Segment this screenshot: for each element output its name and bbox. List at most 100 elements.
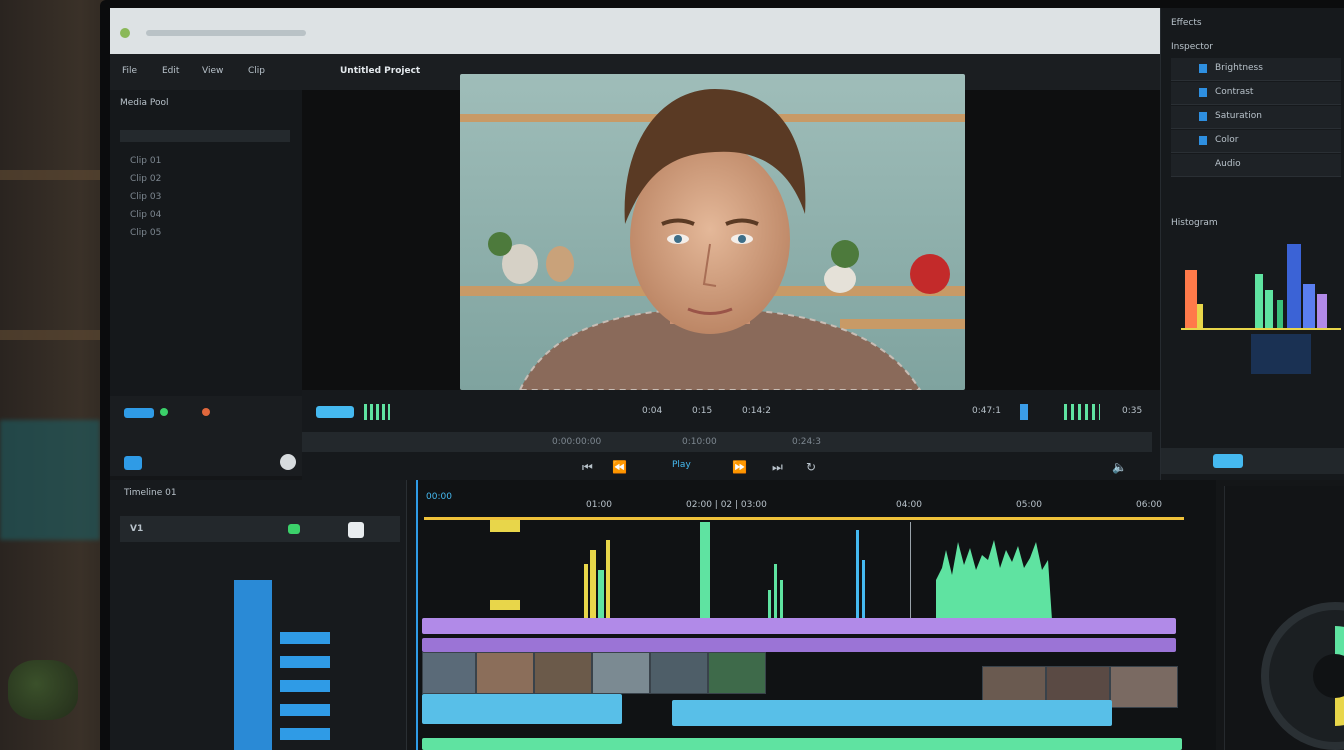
inspector-row[interactable]: Saturation [1171, 106, 1341, 129]
track-enable-icon[interactable] [288, 524, 300, 534]
record-button[interactable] [124, 408, 154, 418]
timecode-b: 0:15 [692, 406, 713, 416]
video-clip-thumb[interactable] [1110, 666, 1178, 708]
list-item[interactable]: Clip 02 [130, 174, 161, 184]
inspector-panel: Effects Inspector Brightness Contrast Sa… [1160, 8, 1344, 480]
checkbox-icon[interactable] [1199, 64, 1207, 73]
window-dot[interactable] [120, 28, 130, 38]
row-label: Color [1215, 135, 1239, 145]
list-item[interactable]: Clip 01 [130, 156, 161, 166]
checkbox-icon[interactable] [1199, 136, 1207, 145]
timeline-panel: 00:00 01:00 02:00 | 02 | 03:00 04:00 05:… [416, 480, 1216, 750]
inspector-row[interactable]: Brightness [1171, 58, 1341, 81]
pan-dial[interactable] [1245, 586, 1344, 750]
scope-controls [1161, 448, 1344, 474]
ruler-marker: 01:00 [586, 500, 612, 510]
cyan-clip-2[interactable] [672, 700, 1112, 726]
skip-back-icon[interactable]: ⏮ [582, 460, 593, 475]
inspector-row[interactable]: Color [1171, 130, 1341, 153]
menu-item-edit[interactable]: Edit [162, 66, 179, 76]
plant [8, 660, 78, 720]
media-search-input[interactable] [120, 130, 290, 142]
round-knob[interactable] [280, 454, 296, 470]
ruler-marker: 04:00 [896, 500, 922, 510]
list-item[interactable]: Clip 05 [130, 228, 161, 238]
menu-item-view[interactable]: View [202, 66, 223, 76]
track-lock-icon[interactable] [348, 522, 364, 538]
panel-title: Effects [1171, 18, 1202, 28]
video-preview[interactable] [460, 74, 965, 390]
project-title: Untitled Project [340, 66, 421, 76]
timecode-a: 0:04 [642, 406, 663, 416]
purple-clip-2[interactable] [422, 638, 1176, 652]
timecode-right: 0:47:1 [972, 406, 1001, 416]
video-clip-thumb[interactable] [534, 652, 592, 694]
shelf [0, 330, 100, 340]
timecode-c: 0:14:2 [742, 406, 771, 416]
video-clip-thumb[interactable] [592, 652, 650, 694]
list-item[interactable]: Clip 03 [130, 192, 161, 202]
row-label: Audio [1215, 159, 1241, 169]
rewind-icon[interactable]: ⏪ [612, 460, 627, 474]
shelf [0, 170, 100, 180]
purple-clip[interactable] [422, 618, 1176, 634]
track-header-bar: V1 [120, 516, 400, 542]
green-audio-clip[interactable] [422, 738, 1182, 750]
timeline-left-panel: Timeline 01 V1 [110, 480, 407, 750]
speaker-icon[interactable]: 🔈 [1112, 460, 1127, 474]
clip-progress-button[interactable] [316, 406, 354, 418]
scope-label: Histogram [1171, 218, 1218, 228]
row-label: Brightness [1215, 63, 1263, 73]
preview-image [460, 74, 965, 390]
timecode-far: 0:35 [1122, 406, 1143, 416]
menu-item-file[interactable]: File [122, 66, 137, 76]
checkbox-icon[interactable] [1199, 112, 1207, 121]
row-label: Contrast [1215, 87, 1254, 97]
tab-strip[interactable] [146, 30, 306, 36]
teal-wall [0, 420, 100, 540]
scrub-start: 0:00:00:00 [552, 437, 602, 447]
loop-icon[interactable]: ↻ [806, 460, 816, 474]
forward-icon[interactable]: ⏩ [732, 460, 747, 474]
list-item[interactable]: Clip 04 [130, 210, 161, 220]
histogram-scope [1181, 244, 1341, 374]
title-bar [110, 8, 1160, 54]
play-button[interactable]: Play [672, 460, 691, 470]
editor-screen: File Edit View Clip Untitled Project Med… [110, 8, 1344, 750]
video-clip-thumb[interactable] [708, 652, 766, 694]
left-controls [110, 396, 302, 476]
video-clip-thumb[interactable] [422, 652, 476, 694]
video-clip-thumb[interactable] [476, 652, 534, 694]
video-clip-thumb[interactable] [650, 652, 708, 694]
menu-item-clip[interactable]: Clip [248, 66, 265, 76]
media-pool-label: Media Pool [120, 98, 169, 108]
media-pool-panel: Media Pool Clip 01 Clip 02 Clip 03 Clip … [110, 90, 303, 396]
audio-waveform [584, 522, 1052, 620]
scrub-bar[interactable]: 0:00:00:00 0:10:00 0:24:3 [302, 432, 1152, 452]
level-marker [1020, 404, 1028, 420]
status-orange-icon [202, 408, 210, 416]
level-slider[interactable] [234, 580, 272, 750]
row-label: Saturation [1215, 111, 1262, 121]
audio-mixer-panel [1224, 486, 1344, 750]
scope-toggle[interactable] [1213, 454, 1243, 468]
grid-buttons[interactable] [280, 620, 330, 740]
cyan-clip[interactable] [422, 694, 622, 724]
scrub-end: 0:24:3 [792, 437, 821, 447]
transport-bar: 0:04 0:15 0:14:2 0:47:1 0:35 0:00:00:00 … [302, 390, 1160, 480]
blue-toggle-button[interactable] [124, 456, 142, 470]
scrub-mid: 0:10:00 [682, 437, 717, 447]
section-title: Inspector [1171, 42, 1213, 52]
inspector-row[interactable]: Contrast [1171, 82, 1341, 105]
ruler-marker: 00:00 [426, 492, 452, 502]
track-label: V1 [130, 524, 144, 534]
audio-meter [364, 404, 390, 420]
ruler-marker: 06:00 [1136, 500, 1162, 510]
ruler-marker: 02:00 | 02 | 03:00 [686, 500, 767, 510]
status-green-icon [160, 408, 168, 416]
skip-forward-icon[interactable]: ⏭ [772, 460, 783, 475]
inspector-row[interactable]: Audio [1171, 154, 1341, 177]
timeline-header: Timeline 01 [124, 488, 177, 498]
checkbox-icon[interactable] [1199, 88, 1207, 97]
audio-meter-right [1064, 404, 1100, 420]
